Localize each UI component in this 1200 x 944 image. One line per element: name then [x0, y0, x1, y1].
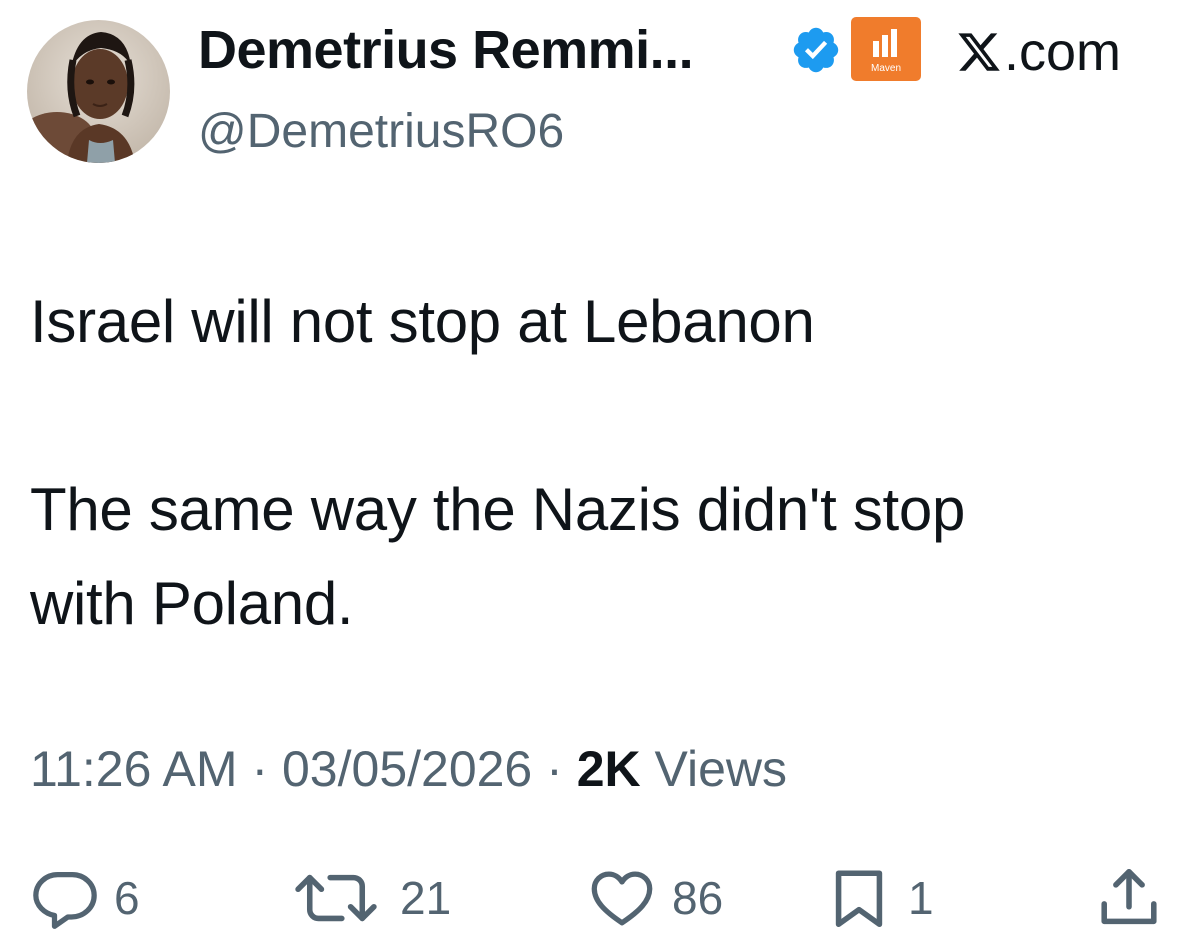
reply-icon	[33, 872, 97, 929]
tweet-card: Demetrius Remmi... Maven .com @Demetrius…	[0, 0, 1200, 944]
tweet-text-line: The same way the Nazis didn't stop	[30, 476, 966, 543]
views-count: 2K	[576, 741, 641, 797]
repost-button[interactable]: 21	[286, 858, 451, 938]
reply-button[interactable]: 6	[30, 858, 140, 938]
maven-logo-icon: Maven	[871, 29, 901, 74]
tweet-date[interactable]: 03/05/2026	[282, 741, 532, 797]
source-label: .com	[1004, 22, 1122, 82]
reply-count: 6	[114, 872, 140, 924]
source-link[interactable]: .com	[956, 20, 1121, 84]
avatar[interactable]	[27, 20, 170, 163]
bookmark-count: 1	[908, 872, 934, 924]
user-handle[interactable]: @DemetriusRO6	[198, 102, 564, 162]
tweet-time[interactable]: 11:26 AM	[30, 741, 238, 797]
action-bar: 6 21 86 1	[0, 858, 1200, 938]
share-button[interactable]	[1094, 858, 1164, 938]
repost-icon	[295, 874, 377, 922]
verified-badge-icon	[793, 27, 839, 73]
tweet-text-line: Israel will not stop at Lebanon	[30, 288, 815, 355]
repost-count: 21	[400, 872, 452, 924]
meta-separator: ·	[546, 741, 577, 797]
tweet-meta: 11:26 AM · 03/05/2026 · 2K Views	[30, 734, 787, 804]
meta-separator: ·	[251, 741, 282, 797]
heart-icon	[591, 871, 653, 926]
like-count: 86	[672, 872, 724, 924]
display-name[interactable]: Demetrius Remmi...	[198, 18, 694, 82]
bookmark-icon	[835, 870, 883, 928]
bookmark-button[interactable]: 1	[824, 858, 934, 938]
share-icon	[1101, 868, 1157, 925]
x-logo-icon	[958, 33, 1000, 71]
avatar-image	[27, 20, 170, 163]
views-label: Views	[654, 741, 788, 797]
maven-badge[interactable]: Maven	[851, 17, 921, 81]
like-button[interactable]: 86	[586, 858, 723, 938]
tweet-text-line: with Poland.	[30, 570, 354, 637]
maven-label: Maven	[871, 63, 901, 74]
